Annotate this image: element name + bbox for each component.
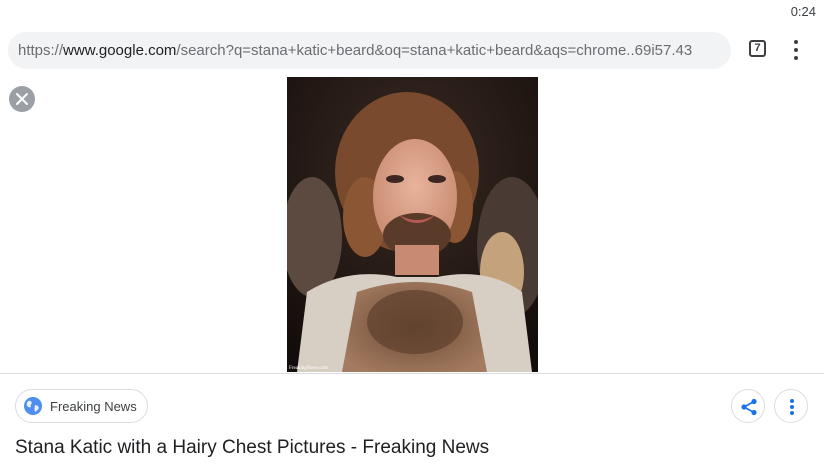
tab-switcher-icon: 7 <box>749 40 766 57</box>
url-path: /search?q=stana+katic+beard&oq=stana+kat… <box>176 42 693 59</box>
result-more-vert-icon[interactable] <box>774 389 808 423</box>
status-bar: 0:24 <box>0 0 824 24</box>
tab-switcher-button[interactable]: 7 <box>747 38 769 60</box>
globe-icon <box>24 397 42 415</box>
source-name: Freaking News <box>50 398 137 414</box>
more-vert-icon[interactable] <box>785 38 807 62</box>
image-viewer: FreakingNews.com <box>0 76 824 374</box>
source-chip[interactable]: Freaking News <box>15 389 148 423</box>
browser-toolbar: https://www.google.com/search?q=stana+ka… <box>0 24 824 76</box>
result-title[interactable]: Stana Katic with a Hairy Chest Pictures … <box>15 437 489 459</box>
url-host: www.google.com <box>63 42 177 59</box>
status-time: 0:24 <box>790 4 816 19</box>
url-bar[interactable]: https://www.google.com/search?q=stana+ka… <box>8 32 731 69</box>
result-image[interactable]: FreakingNews.com <box>287 77 538 372</box>
url-text[interactable]: https://www.google.com/search?q=stana+ka… <box>18 42 692 59</box>
tab-count: 7 <box>754 42 761 54</box>
close-icon[interactable] <box>9 86 35 112</box>
share-icon[interactable] <box>731 389 765 423</box>
image-watermark: FreakingNews.com <box>289 366 328 371</box>
divider <box>0 373 824 374</box>
url-scheme: https:// <box>18 42 64 59</box>
